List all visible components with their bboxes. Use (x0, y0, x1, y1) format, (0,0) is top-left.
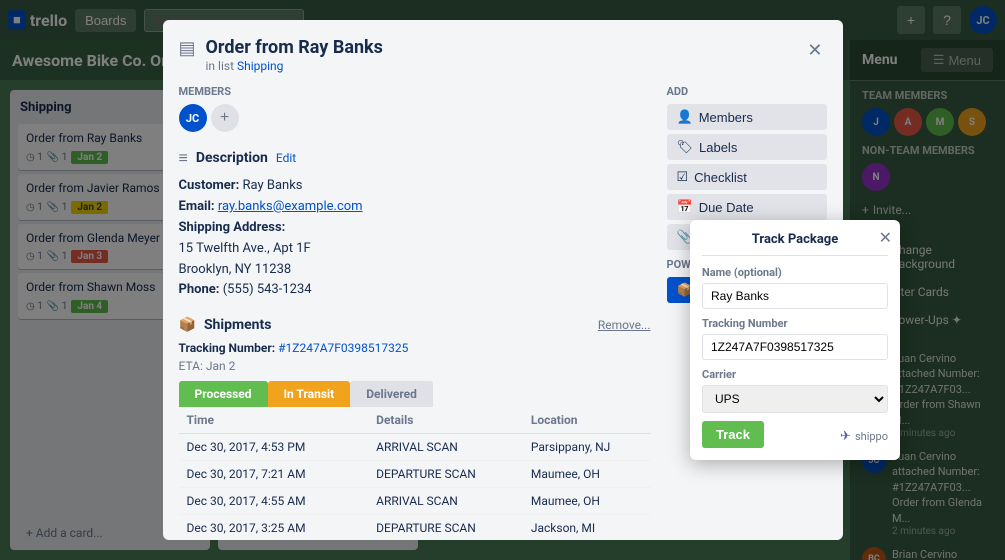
carrier-label: Carrier (702, 368, 888, 381)
due-date-icon: 📅 (677, 199, 693, 215)
cell-details: DEPARTURE SCAN (368, 515, 523, 540)
track-footer: Track ✈ shippo (702, 421, 888, 448)
shipments-title-group: 📦 Shipments (179, 317, 272, 333)
modal-header-icon: ▤ (179, 38, 196, 59)
address-line2: Brooklyn, NY 11238 (179, 260, 651, 281)
shipments-icon: 📦 (179, 317, 196, 333)
shippo-logo: ✈ shippo (840, 429, 888, 444)
col-details: Details (368, 407, 523, 434)
members-row: JC + (179, 104, 651, 132)
modal-main: Members JC + ≡ Description Edit Customer… (179, 85, 651, 540)
track-submit-button[interactable]: Track (702, 421, 764, 448)
cell-details: DEPARTURE SCAN (368, 461, 523, 488)
add-due-date-button[interactable]: 📅 Due Date (667, 194, 827, 220)
modal-close-button[interactable]: ✕ (803, 36, 826, 65)
add-label: Add (667, 85, 827, 98)
description-title: Description (196, 150, 268, 166)
description-edit-link[interactable]: Edit (276, 151, 296, 165)
tracking-table-body: Dec 30, 2017, 4:53 PMARRIVAL SCANParsipp… (179, 434, 651, 540)
shipments-remove-link[interactable]: Remove... (598, 318, 651, 332)
cell-location: Maumee, OH (523, 488, 651, 515)
tab-delivered[interactable]: Delivered (350, 381, 433, 407)
track-popup-close-button[interactable]: ✕ (879, 228, 892, 248)
customer-value: Ray Banks (242, 178, 302, 193)
table-row: Dec 30, 2017, 7:21 AMDEPARTURE SCANMaume… (179, 461, 651, 488)
tab-processed[interactable]: Processed (179, 381, 268, 407)
name-input[interactable] (702, 283, 888, 309)
tracking-info: Tracking Number: #1Z247A7F0398517325 (179, 341, 651, 355)
tracking-tabs: Processed In Transit Delivered (179, 381, 651, 407)
labels-icon: 🏷 (677, 139, 694, 155)
desc-icon: ≡ (179, 148, 188, 168)
add-member-button[interactable]: + (211, 104, 239, 132)
cell-time: Dec 30, 2017, 4:53 PM (179, 434, 369, 461)
description-content: Customer: Ray Banks Email: ray.banks@exa… (179, 176, 651, 301)
members-label: Members (179, 85, 651, 98)
shippo-text: shippo (855, 430, 888, 443)
table-row: Dec 30, 2017, 3:25 AMDEPARTURE SCANJacks… (179, 515, 651, 540)
description-header: ≡ Description Edit (179, 148, 651, 168)
carrier-select[interactable]: UPS FedEx USPS DHL (702, 385, 888, 413)
cell-time: Dec 30, 2017, 4:55 AM (179, 488, 369, 515)
add-checklist-button[interactable]: ☑ Checklist (667, 164, 827, 190)
members-icon: 👤 (677, 109, 693, 125)
address-line1: 15 Twelfth Ave., Apt 1F (179, 239, 651, 260)
tracking-number-label: Tracking Number (702, 317, 888, 330)
address-label: Shipping Address: (179, 220, 286, 235)
add-labels-button[interactable]: 🏷 Labels (667, 134, 827, 160)
tracking-label: Tracking Number: (179, 341, 276, 355)
phone-label: Phone: (179, 282, 220, 297)
col-location: Location (523, 407, 651, 434)
name-label: Name (optional) (702, 266, 888, 279)
modal-title-group: Order from Ray Banks in list Shipping (206, 36, 383, 73)
btn-due-date-label: Due Date (699, 200, 754, 215)
tracking-value[interactable]: #1Z247A7F0398517325 (278, 341, 408, 355)
phone-value: (555) 543-1234 (223, 282, 312, 297)
btn-members-label: Members (699, 110, 753, 125)
btn-labels-label: Labels (699, 140, 737, 155)
cell-location: Parsippany, NJ (523, 434, 651, 461)
shipments-header: 📦 Shipments Remove... (179, 317, 651, 333)
eta-value: Jan 2 (206, 359, 236, 373)
track-package-popup: Track Package ✕ Name (optional) Tracking… (690, 220, 900, 460)
checklist-icon: ☑ (677, 169, 689, 185)
tracking-number-input[interactable] (702, 334, 888, 360)
btn-checklist-label: Checklist (694, 170, 747, 185)
cell-details: ARRIVAL SCAN (368, 434, 523, 461)
modal-subtitle: in list Shipping (206, 59, 383, 73)
modal-subtitle-list[interactable]: Shipping (237, 59, 283, 73)
customer-label: Customer: (179, 178, 240, 193)
add-members-button[interactable]: 👤 Members (667, 104, 827, 130)
track-popup-title: Track Package (702, 232, 888, 256)
cell-details: ARRIVAL SCAN (368, 488, 523, 515)
tracking-table: Time Details Location Dec 30, 2017, 4:53… (179, 407, 651, 540)
modal-header: ▤ Order from Ray Banks in list Shipping … (179, 36, 827, 73)
table-row: Dec 30, 2017, 4:55 AMARRIVAL SCANMaumee,… (179, 488, 651, 515)
table-row: Dec 30, 2017, 4:53 PMARRIVAL SCANParsipp… (179, 434, 651, 461)
email-value[interactable]: ray.banks@example.com (218, 199, 363, 214)
member-avatar-1: JC (179, 104, 207, 132)
eta-info: ETA: Jan 2 (179, 359, 651, 373)
cell-time: Dec 30, 2017, 7:21 AM (179, 461, 369, 488)
cell-location: Maumee, OH (523, 461, 651, 488)
shipments-label: Shipments (204, 317, 272, 333)
modal-title: Order from Ray Banks (206, 36, 383, 59)
email-label: Email: (179, 199, 215, 214)
shippo-icon: ✈ (840, 429, 851, 444)
tab-in-transit[interactable]: In Transit (268, 381, 351, 407)
eta-label: ETA: (179, 359, 203, 373)
cell-time: Dec 30, 2017, 3:25 AM (179, 515, 369, 540)
col-time: Time (179, 407, 369, 434)
table-header-row: Time Details Location (179, 407, 651, 434)
cell-location: Jackson, MI (523, 515, 651, 540)
